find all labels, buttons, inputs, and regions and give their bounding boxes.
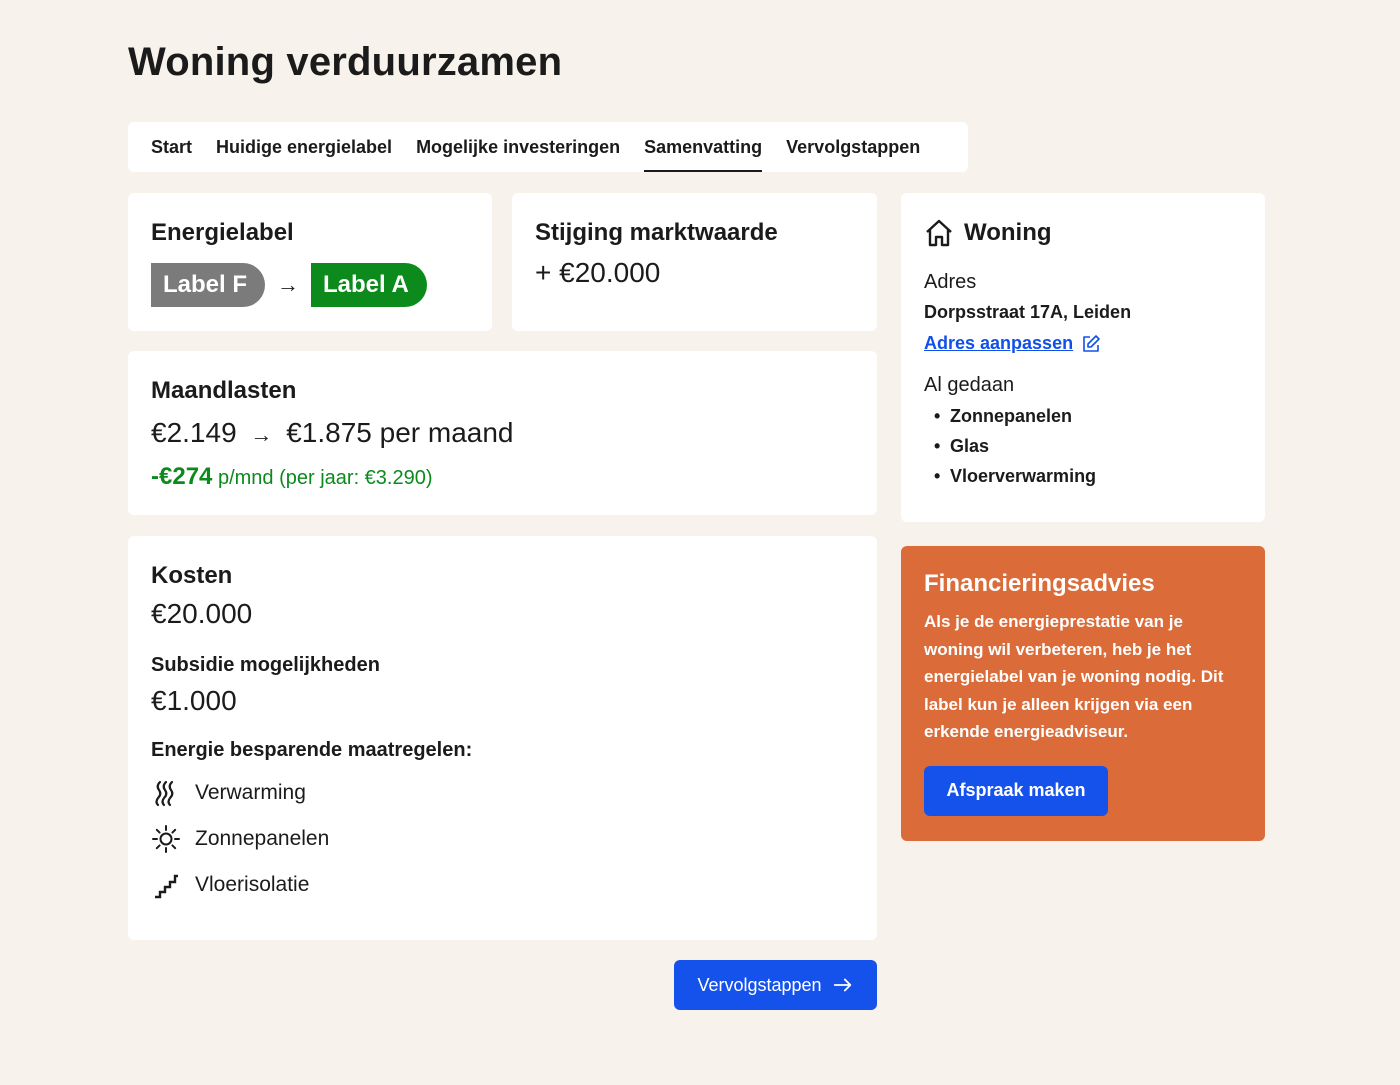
- label-f-badge: Label F: [151, 263, 266, 307]
- advies-text: Als je de energieprestatie van je woning…: [924, 612, 1224, 741]
- marktwaarde-card: Stijging marktwaarde + €20.000: [512, 193, 877, 331]
- list-item: Vloerverwarming: [924, 466, 1242, 487]
- maandlasten-values: €2.149 → €1.875 per maand: [151, 415, 854, 453]
- tab-bar: Start Huidige energielabel Mogelijke inv…: [128, 122, 968, 172]
- kosten-title: Kosten: [151, 562, 233, 589]
- maatregelen-title: Energie besparende maatregelen:: [151, 739, 473, 761]
- arrow-right-icon: →: [277, 272, 300, 297]
- arrow-right-icon: [833, 978, 851, 992]
- adres-aanpassen-link[interactable]: Adres aanpassen: [924, 333, 1101, 354]
- label-transition: Label F → Label A: [151, 263, 469, 307]
- measure-item: Zonnepanelen: [151, 824, 854, 854]
- list-item: Zonnepanelen: [924, 406, 1242, 427]
- vervolgstappen-label: Vervolgstappen: [697, 974, 822, 995]
- measure-label: Verwarming: [195, 781, 306, 804]
- woning-title: Woning: [964, 219, 1052, 246]
- marktwaarde-title: Stijging marktwaarde: [535, 219, 778, 246]
- house-icon: [926, 219, 952, 247]
- maandlasten-title: Maandlasten: [151, 377, 297, 404]
- tab-start[interactable]: Start: [151, 122, 192, 172]
- label-a-badge: Label A: [311, 263, 427, 307]
- page-title: Woning verduurzamen: [128, 40, 563, 84]
- adres-aanpassen-label: Adres aanpassen: [924, 333, 1074, 353]
- woning-header: Woning: [924, 217, 1242, 249]
- kosten-value: €20.000: [151, 598, 253, 629]
- subsidie-title: Subsidie mogelijkheden: [151, 654, 380, 676]
- maandlasten-saving: -€274 p/mnd (per jaar: €3.290): [151, 463, 854, 491]
- tab-samenvatting[interactable]: Samenvatting: [644, 122, 763, 172]
- marktwaarde-value: + €20.000: [535, 257, 661, 288]
- measure-label: Vloerisolatie: [195, 873, 310, 896]
- measure-item: Verwarming: [151, 778, 854, 808]
- maandlasten-to: €1.875 per maand: [286, 417, 514, 448]
- saving-amount: -€274: [151, 463, 213, 490]
- subsidie-value: €1.000: [151, 685, 237, 716]
- al-gedaan-list: Zonnepanelen Glas Vloerverwarming: [924, 406, 1242, 487]
- afspraak-maken-button[interactable]: Afspraak maken: [924, 765, 1108, 816]
- energielabel-title: Energielabel: [151, 219, 294, 246]
- list-item: Glas: [924, 436, 1242, 457]
- al-gedaan-label: Al gedaan: [924, 374, 1015, 396]
- tab-huidige-energielabel[interactable]: Huidige energielabel: [216, 122, 392, 172]
- arrow-right-icon: →: [250, 422, 273, 447]
- kosten-card: Kosten €20.000 Subsidie mogelijkheden €1…: [128, 536, 877, 940]
- tab-vervolgstappen[interactable]: Vervolgstappen: [786, 122, 920, 172]
- heat-waves-icon: [155, 780, 174, 807]
- woning-card: Woning Adres Dorpsstraat 17A, Leiden Adr…: [901, 193, 1265, 522]
- maandlasten-from: €2.149: [151, 417, 237, 448]
- financieringsadvies-card: Financieringsadvies Als je de energiepre…: [901, 546, 1265, 841]
- sun-icon: [152, 825, 180, 853]
- advies-title: Financieringsadvies: [924, 570, 1155, 597]
- tab-mogelijke-investeringen[interactable]: Mogelijke investeringen: [416, 122, 620, 172]
- adres-label: Adres: [924, 271, 977, 293]
- adres-value: Dorpsstraat 17A, Leiden: [924, 302, 1132, 322]
- stairs-icon: [155, 874, 178, 899]
- edit-icon: [1083, 334, 1100, 352]
- vervolgstappen-button[interactable]: Vervolgstappen: [674, 960, 877, 1010]
- saving-text: p/mnd (per jaar: €3.290): [217, 467, 433, 489]
- energielabel-card: Energielabel Label F → Label A: [128, 193, 492, 331]
- measure-item: Vloerisolatie: [151, 870, 854, 900]
- afspraak-maken-label: Afspraak maken: [946, 780, 1086, 800]
- maandlasten-card: Maandlasten €2.149 → €1.875 per maand -€…: [128, 351, 877, 515]
- measure-label: Zonnepanelen: [195, 827, 330, 850]
